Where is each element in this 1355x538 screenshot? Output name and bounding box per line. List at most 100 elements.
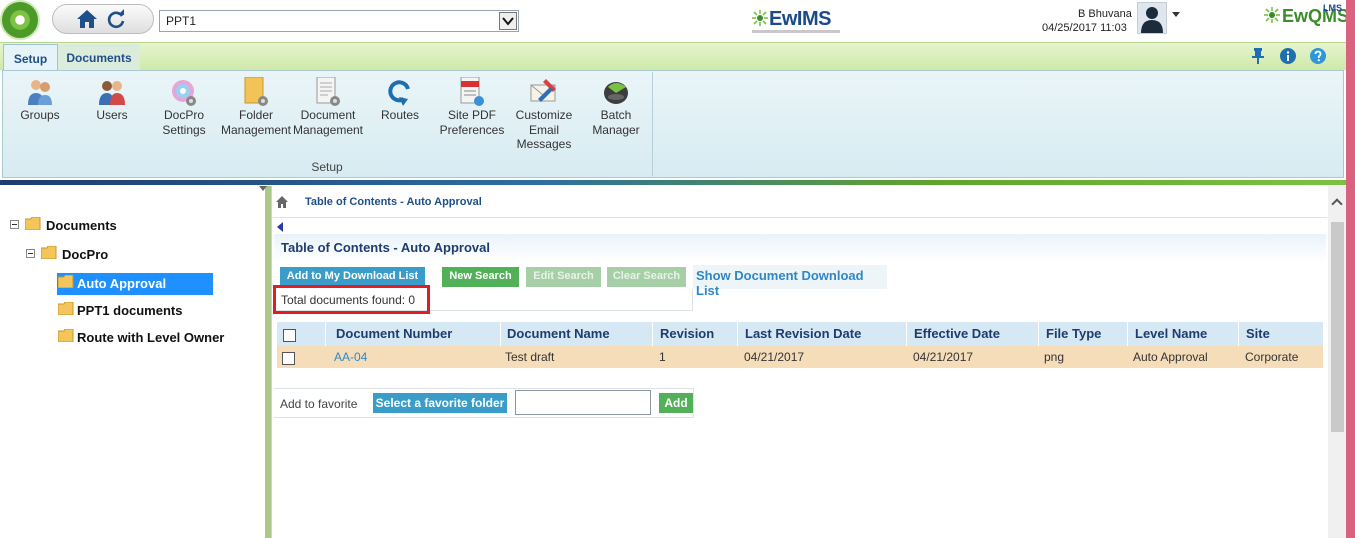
clear-search-button[interactable]: Clear Search — [607, 267, 686, 287]
edit-search-button[interactable]: Edit Search — [526, 267, 601, 287]
chevron-down-icon[interactable] — [499, 12, 517, 30]
ribbon-button-batch-manager[interactable]: Batch Manager — [578, 77, 654, 157]
ribbon-button-label: Groups — [20, 108, 60, 122]
column-divider — [325, 322, 326, 346]
tab-setup[interactable]: Setup — [3, 44, 58, 71]
column-divider — [1038, 322, 1039, 346]
document-number-link[interactable]: AA-04 — [334, 350, 367, 364]
table-cell: 1 — [659, 350, 666, 364]
row-checkbox[interactable] — [282, 352, 295, 365]
tree-node-ppt1-documents[interactable]: PPT1 documents — [57, 301, 213, 323]
column-divider — [500, 322, 501, 346]
breadcrumb-item[interactable]: Table of Contents - Auto Approval — [305, 196, 482, 208]
ribbon-button-folder-management[interactable]: Folder Management — [218, 77, 294, 157]
column-header-effective-date[interactable]: Effective Date — [914, 326, 1000, 341]
tree-node-route-with-level-owner[interactable]: Route with Level Owner — [57, 328, 237, 350]
tree-node-auto-approval[interactable]: Auto Approval — [57, 273, 213, 295]
column-divider — [1238, 322, 1239, 346]
table-cell: Test draft — [505, 350, 555, 364]
brand-right-sup: LMS — [1323, 3, 1342, 13]
column-header-level-name[interactable]: Level Name — [1135, 326, 1207, 341]
favorite-folder-input[interactable] — [515, 390, 651, 415]
tree-node-docpro[interactable]: DocPro — [26, 245, 146, 267]
collapse-arrow-icon[interactable] — [277, 222, 283, 232]
groups-icon — [28, 80, 52, 105]
tree-node-label: DocPro — [62, 247, 109, 262]
scrollbar-thumb[interactable] — [1331, 222, 1344, 432]
splitter-arrow-icon[interactable] — [259, 186, 267, 191]
user-datetime: 04/25/2017 11:03 — [1042, 22, 1127, 34]
document-management-icon — [316, 77, 340, 106]
tree-node-label: PPT1 documents — [77, 303, 183, 318]
project-select[interactable]: PPT1 — [159, 10, 519, 32]
email-icon — [530, 79, 556, 102]
user-menu-caret-icon[interactable] — [1172, 12, 1180, 17]
app-logo[interactable] — [0, 0, 40, 40]
pin-icon[interactable] — [1251, 48, 1265, 64]
info-icon[interactable] — [1280, 48, 1296, 64]
tree-node-label: Documents — [46, 218, 117, 233]
column-header-site[interactable]: Site — [1246, 326, 1270, 341]
collapse-toggle-icon[interactable] — [26, 249, 35, 258]
column-header-document-number[interactable]: Document Number — [336, 326, 452, 341]
ribbon-button-label: Customize Email Messages — [515, 108, 573, 151]
help-icon[interactable] — [1310, 48, 1326, 64]
sun-icon — [1264, 7, 1280, 23]
brand-center-text: EwIMS — [769, 8, 831, 30]
ribbon-button-users[interactable]: Users — [74, 77, 150, 157]
table-cell: Auto Approval — [1133, 350, 1208, 364]
folder-icon — [58, 275, 74, 288]
folder-icon — [58, 302, 74, 315]
avatar[interactable] — [1137, 2, 1167, 34]
tree-node-documents[interactable]: Documents — [10, 216, 130, 238]
select-all-checkbox[interactable] — [283, 329, 296, 342]
select-favorite-folder-button[interactable]: Select a favorite folder — [373, 393, 507, 413]
brand-tagline — [752, 30, 840, 33]
home-icon[interactable] — [76, 8, 98, 30]
ribbon-group-label: Setup — [311, 160, 343, 174]
refresh-icon[interactable] — [106, 9, 126, 29]
ribbon-button-docpro-settings[interactable]: DocPro Settings — [146, 77, 222, 157]
column-divider — [906, 322, 907, 346]
project-select-value: PPT1 — [166, 14, 197, 28]
folder-icon — [41, 246, 57, 259]
folder-tree — [0, 186, 265, 538]
collapse-toggle-icon[interactable] — [10, 220, 19, 229]
user-name: B Bhuvana — [1078, 8, 1132, 20]
table-cell: png — [1044, 350, 1065, 364]
ribbon-button-label: Users — [96, 108, 128, 122]
ribbon-button-document-management[interactable]: Document Management — [290, 77, 366, 157]
folder-icon — [25, 217, 41, 230]
ribbon-button-label: Site PDF Preferences — [439, 108, 505, 137]
header-divider — [0, 180, 1346, 185]
table-cell: 04/21/2017 — [913, 350, 974, 364]
ewims-logo: EwIMS — [752, 8, 842, 36]
ribbon-button-label: Folder Management — [220, 108, 292, 137]
add-favorite-button[interactable]: Add — [659, 393, 693, 413]
new-search-button[interactable]: New Search — [442, 267, 519, 287]
column-header-file-type[interactable]: File Type — [1046, 326, 1101, 341]
window-edge — [1346, 0, 1355, 538]
ribbon-button-label: Routes — [380, 108, 420, 122]
pdf-preferences-icon — [460, 77, 484, 106]
app-window: PPT1 EwIMS B Bhuvana 04/25/2017 11:03 Ew… — [0, 0, 1355, 538]
show-download-list-link[interactable]: Show Document Download List — [693, 265, 887, 298]
ribbon-button-label: Document Management — [292, 108, 364, 137]
column-divider — [737, 322, 738, 346]
ribbon-button-site-pdf-preferences[interactable]: Site PDF Preferences — [434, 77, 510, 157]
column-header-document-name[interactable]: Document Name — [507, 326, 610, 341]
sun-icon — [752, 10, 768, 26]
tab-documents[interactable]: Documents — [58, 44, 140, 71]
ribbon-button-routes[interactable]: Routes — [362, 77, 438, 157]
home-icon[interactable] — [276, 196, 288, 208]
ribbon-tab-bar — [0, 42, 1346, 70]
column-divider — [652, 322, 653, 346]
column-header-revision[interactable]: Revision — [660, 326, 714, 341]
column-divider — [1127, 322, 1128, 346]
tree-node-label: Route with Level Owner — [77, 330, 225, 345]
add-to-download-list-button[interactable]: Add to My Download List — [280, 267, 425, 287]
user-icon — [1141, 7, 1163, 33]
ribbon-button-groups[interactable]: Groups — [2, 77, 78, 157]
column-header-last-revision-date[interactable]: Last Revision Date — [745, 326, 861, 341]
ribbon-button-customize-email[interactable]: Customize Email Messages — [506, 77, 582, 157]
